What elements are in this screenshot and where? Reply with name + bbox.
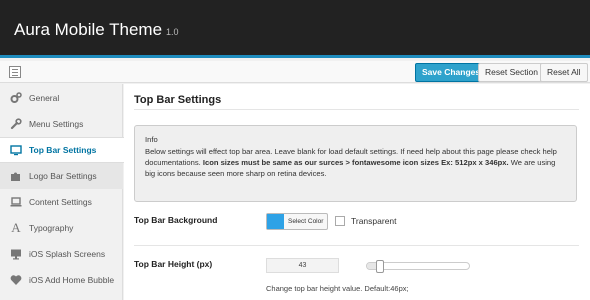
- sidebar-item-top-bar-settings[interactable]: Top Bar Settings: [0, 137, 124, 163]
- wrench-icon: [10, 118, 22, 130]
- sidebar-item-label: Typography: [29, 223, 74, 233]
- sidebar-item-typography[interactable]: A Typography: [0, 215, 123, 241]
- reset-section-button[interactable]: Reset Section: [478, 63, 545, 82]
- info-box: Info Below settings will effect top bar …: [134, 125, 577, 202]
- top-bar-background-label: Top Bar Background: [134, 215, 218, 225]
- sidebar-item-label: Logo Bar Settings: [29, 171, 97, 181]
- select-color-button[interactable]: Select Color: [266, 213, 329, 230]
- panel-list-icon[interactable]: [9, 66, 21, 78]
- app-header: Aura Mobile Theme 1.0: [0, 0, 590, 58]
- version-label: 1.0: [166, 27, 179, 37]
- transparent-checkbox[interactable]: [335, 216, 345, 226]
- laptop-icon: [10, 196, 22, 208]
- sidebar-item-label: Top Bar Settings: [29, 145, 97, 155]
- color-swatch: [267, 214, 284, 229]
- font-icon: A: [11, 220, 21, 235]
- sidebar-item-logo-bar-settings[interactable]: Logo Bar Settings: [0, 163, 123, 189]
- sidebar-item-menu-settings[interactable]: Menu Settings: [0, 111, 123, 137]
- save-changes-button[interactable]: Save Changes: [415, 63, 488, 82]
- sidebar-item-ios-add-home-bubble[interactable]: iOS Add Home Bubble: [0, 267, 123, 293]
- heart-icon: [10, 274, 22, 286]
- sidebar-item-label: General: [29, 93, 60, 103]
- puzzle-icon: [10, 170, 22, 182]
- sidebar-item-label: Menu Settings: [29, 119, 84, 129]
- settings-panel: Top Bar Settings Info Below settings wil…: [124, 84, 590, 300]
- sidebar-item-label: iOS Splash Screens: [29, 249, 106, 259]
- info-heading: Info: [145, 135, 158, 144]
- monitor-icon: [10, 144, 22, 156]
- transparent-label: Transparent: [351, 216, 397, 226]
- sidebar-item-general[interactable]: General: [0, 85, 123, 111]
- desktop-icon: [10, 248, 22, 260]
- sidebar: General Menu Settings Top Bar Settings L…: [0, 84, 124, 300]
- sidebar-item-content-settings[interactable]: Content Settings: [0, 189, 123, 215]
- sidebar-item-label: Content Settings: [29, 197, 92, 207]
- divider: [134, 109, 579, 110]
- reset-all-button[interactable]: Reset All: [540, 63, 588, 82]
- height-slider[interactable]: [366, 260, 470, 273]
- select-color-label: Select Color: [288, 218, 324, 225]
- height-value-field[interactable]: 43: [266, 258, 339, 273]
- gears-icon: [10, 92, 22, 104]
- sidebar-item-label: iOS Add Home Bubble: [29, 275, 115, 285]
- top-bar-height-label: Top Bar Height (px): [134, 259, 213, 269]
- app-title-text: Aura Mobile Theme: [14, 20, 163, 39]
- sidebar-item-ios-splash-screens[interactable]: iOS Splash Screens: [0, 241, 123, 267]
- divider: [134, 245, 579, 246]
- app-title: Aura Mobile Theme 1.0: [14, 20, 179, 40]
- toolbar: Save Changes Reset Section Reset All: [0, 61, 590, 83]
- info-text-bold: Icon sizes must be same as our surces > …: [202, 158, 509, 167]
- info-text: Below settings will effect top bar area.…: [145, 146, 566, 179]
- height-help-text: Change top bar height value. Default:46p…: [266, 284, 409, 293]
- section-title: Top Bar Settings: [134, 94, 222, 106]
- slider-handle[interactable]: [375, 260, 384, 273]
